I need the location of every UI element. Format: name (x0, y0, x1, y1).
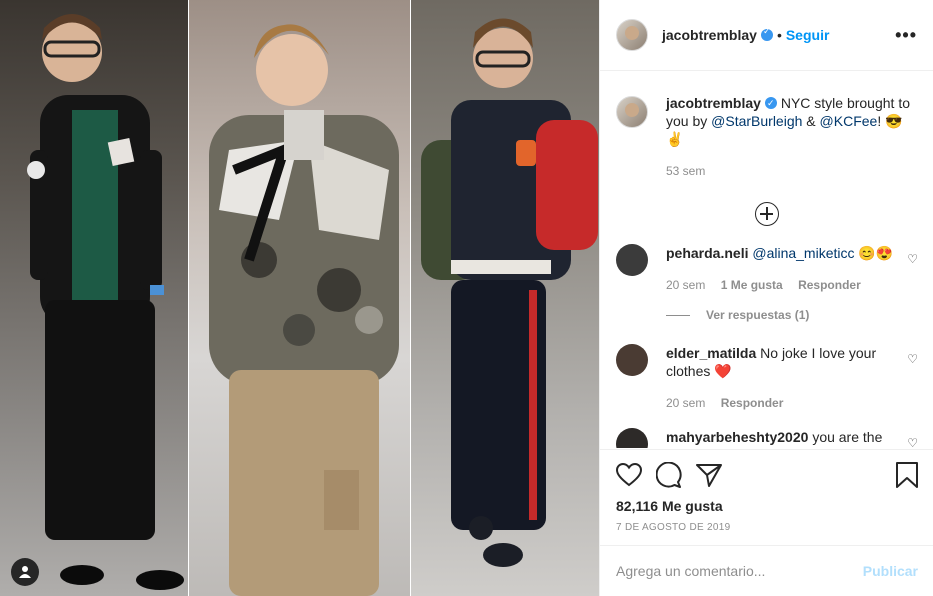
caption-mention[interactable]: @KCFee (820, 113, 878, 129)
view-replies[interactable]: Ver respuestas (1) (666, 308, 918, 322)
header-separator: • (776, 27, 782, 43)
more-options-icon[interactable]: ••• (895, 25, 917, 46)
boy-varsity-jacket-figure (421, 18, 598, 567)
comment-time[interactable]: 20 sem (666, 396, 705, 410)
caption-username[interactable]: jacobtremblay (666, 95, 761, 111)
reply-button[interactable]: Responder (798, 278, 861, 292)
follow-button[interactable]: Seguir (786, 27, 830, 43)
comment-likes[interactable]: 1 Me gusta (721, 278, 783, 292)
user-tag-button[interactable] (11, 558, 39, 586)
verified-badge-icon (760, 27, 773, 41)
commenter-avatar[interactable] (616, 244, 648, 276)
comment-icon[interactable] (656, 462, 682, 488)
photo-panel-left (0, 0, 188, 596)
post-date[interactable]: 7 de agosto de 2019 (616, 522, 918, 533)
comment-item: peharda.neli @alina_miketicc 😊😍 20 sem 1… (616, 244, 918, 294)
publish-button[interactable]: Publicar (863, 563, 918, 579)
caption-mention[interactable]: @StarBurleigh (711, 113, 802, 129)
share-icon[interactable] (696, 463, 722, 487)
boy-black-jacket-figure (27, 14, 184, 590)
caption-text: & (802, 113, 820, 129)
commenter-username[interactable]: peharda.neli (666, 245, 748, 261)
photo-panel-right (411, 0, 599, 596)
post-actions: 82,116 Me gusta 7 de agosto de 2019 (600, 449, 933, 545)
commenter-avatar[interactable] (616, 344, 648, 376)
comments-list[interactable]: jacobtremblay NYC style brought to you b… (600, 72, 933, 448)
caption-avatar[interactable] (616, 96, 648, 128)
commenter-avatar[interactable] (616, 428, 648, 448)
comment-text: 😊😍 (854, 245, 894, 261)
heart-icon[interactable]: ♡ (907, 252, 918, 266)
post-photo[interactable] (0, 0, 599, 596)
comment-item: mahyarbeheshty2020 you are the ♡ (616, 428, 918, 448)
add-comment-bar: Publicar (600, 545, 933, 596)
verified-badge-icon (764, 95, 777, 113)
boy-camo-jacket-figure (209, 24, 399, 596)
reply-button[interactable]: Responder (721, 396, 784, 410)
load-more-comments[interactable] (616, 202, 918, 226)
comment-text: you are the (812, 429, 883, 445)
post-caption: jacobtremblay NYC style brought to you b… (616, 72, 918, 180)
commenter-username[interactable]: mahyarbeheshty2020 (666, 429, 808, 445)
load-more-icon[interactable] (755, 202, 779, 226)
likes-count[interactable]: 82,116 Me gusta (616, 498, 918, 514)
comment-item: elder_matilda No joke I love your clothe… (616, 344, 918, 412)
comment-mention[interactable]: @alina_miketicc (752, 245, 854, 261)
heart-icon[interactable] (616, 463, 642, 487)
user-tag-icon (19, 566, 31, 578)
author-username[interactable]: jacobtremblay (662, 27, 757, 43)
bookmark-icon[interactable] (896, 462, 918, 488)
comment-time[interactable]: 20 sem (666, 278, 705, 292)
photo-panel-center (189, 0, 410, 596)
author-avatar[interactable] (616, 19, 648, 51)
replies-divider (666, 314, 690, 316)
post-header: jacobtremblay • Seguir ••• (600, 0, 933, 71)
comment-input[interactable] (616, 563, 863, 579)
commenter-username[interactable]: elder_matilda (666, 345, 756, 361)
heart-icon[interactable]: ♡ (907, 436, 918, 448)
caption-time[interactable]: 53 sem (666, 164, 705, 178)
heart-icon[interactable]: ♡ (907, 352, 918, 366)
view-replies-label[interactable]: Ver respuestas (1) (706, 308, 809, 322)
post-sidebar: jacobtremblay • Seguir ••• jacobtremblay… (599, 0, 933, 596)
